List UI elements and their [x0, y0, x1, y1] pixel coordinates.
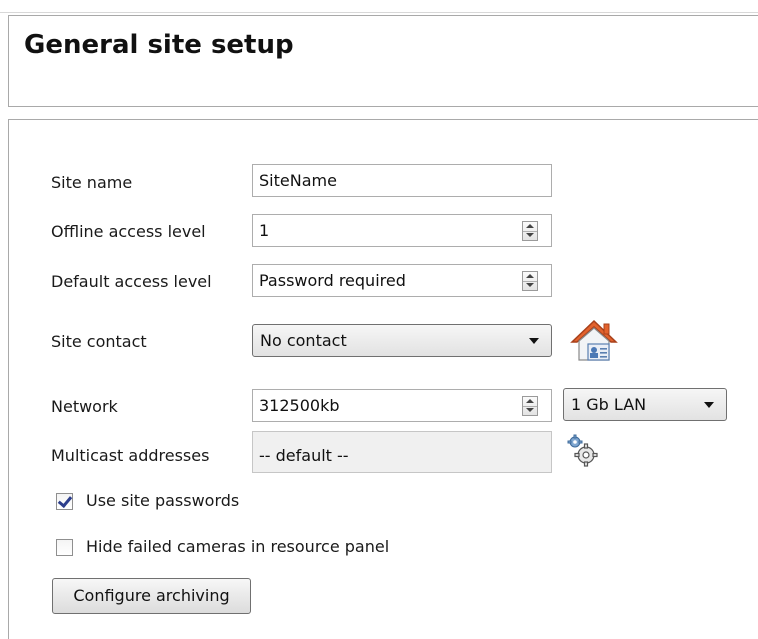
contact-home-icon[interactable]: [568, 318, 620, 364]
spin-down-icon[interactable]: [523, 406, 537, 415]
multicast-addresses-value: -- default --: [259, 446, 349, 465]
network-value: 312500kb: [259, 396, 340, 415]
hide-failed-cameras-checkbox[interactable]: [56, 539, 73, 556]
default-access-level-label: Default access level: [51, 272, 212, 291]
site-contact-dropdown[interactable]: No contact: [252, 324, 552, 357]
chevron-down-icon: [529, 338, 539, 344]
default-access-level-value: Password required: [259, 271, 406, 290]
hide-failed-cameras-label: Hide failed cameras in resource panel: [86, 537, 390, 556]
site-contact-label: Site contact: [51, 332, 147, 351]
use-site-passwords-label: Use site passwords: [86, 491, 240, 510]
site-name-label: Site name: [51, 173, 133, 192]
offline-access-level-field[interactable]: 1: [252, 214, 552, 247]
default-access-level-field[interactable]: Password required: [252, 264, 552, 297]
configure-archiving-button[interactable]: Configure archiving: [52, 578, 251, 614]
network-type-dropdown[interactable]: 1 Gb LAN: [563, 388, 727, 421]
multicast-addresses-label: Multicast addresses: [51, 446, 210, 465]
top-divider: [0, 12, 758, 13]
offline-access-level-spinner[interactable]: [522, 221, 538, 241]
header-panel: [8, 15, 758, 107]
gears-icon[interactable]: [566, 433, 602, 469]
network-spinner[interactable]: [522, 396, 538, 416]
offline-access-level-label: Offline access level: [51, 222, 206, 241]
site-contact-value: No contact: [260, 331, 347, 350]
network-label: Network: [51, 397, 118, 416]
site-name-field[interactable]: SiteName: [252, 164, 552, 197]
panel-gap: [0, 107, 758, 119]
spin-down-icon[interactable]: [523, 231, 537, 240]
page-title: General site setup: [24, 30, 294, 60]
form-panel: [8, 119, 758, 639]
network-field[interactable]: 312500kb: [252, 389, 552, 422]
spin-down-icon[interactable]: [523, 281, 537, 290]
multicast-addresses-field: -- default --: [252, 431, 552, 473]
offline-access-level-value: 1: [259, 221, 270, 240]
network-type-value: 1 Gb LAN: [571, 395, 647, 414]
default-access-level-spinner[interactable]: [522, 271, 538, 291]
chevron-down-icon: [704, 402, 714, 408]
use-site-passwords-checkbox[interactable]: [56, 493, 73, 510]
site-name-value: SiteName: [259, 171, 337, 190]
